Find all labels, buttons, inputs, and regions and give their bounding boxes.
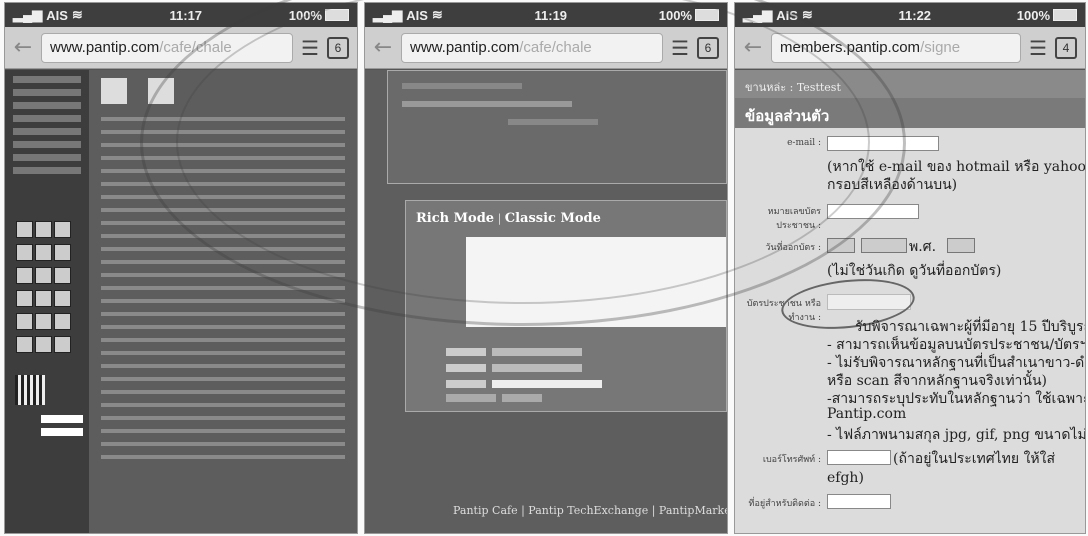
- menu-icon[interactable]: ☰: [671, 36, 689, 60]
- page-content: Rich Mode | Classic Mode Pantip Cafe | P…: [365, 70, 727, 533]
- page-header: ขานหล่ะ : Testtest: [735, 70, 1085, 98]
- phone-field[interactable]: [827, 450, 891, 465]
- address-bar[interactable]: www.pantip.com/cafe/chale: [41, 32, 294, 63]
- url-host: www.pantip.com: [50, 39, 160, 56]
- address-field[interactable]: [827, 494, 891, 509]
- url-path: /signe: [920, 39, 961, 56]
- login-field[interactable]: [41, 415, 83, 423]
- menu-icon[interactable]: ☰: [1029, 36, 1047, 60]
- menu-icon[interactable]: ☰: [301, 36, 319, 60]
- idcard-label: หมายเลขบัตรประชาชน :: [767, 207, 821, 231]
- form-row: [446, 373, 716, 388]
- instruction-line-6: Pantip.com: [827, 406, 907, 422]
- topic-list: [93, 70, 353, 533]
- back-arrow-icon[interactable]: ←: [373, 35, 393, 60]
- year-select[interactable]: [947, 238, 975, 253]
- phone-screenshot-3: ▂▄▆ AIS ≋ 11:22 100% ← members.pantip.com /…: [734, 2, 1086, 534]
- wifi-icon: ≋: [801, 7, 813, 22]
- rich-mode-link[interactable]: Rich Mode: [416, 211, 494, 226]
- submit-buttons[interactable]: [446, 387, 716, 402]
- status-bar: ▂▄▆ AIS ≋ 11:17 100%: [5, 3, 357, 27]
- phone-screenshot-1: ▂▄▆ AIS ≋ 11:17 100% ← www.pantip.com/cafe…: [4, 2, 358, 534]
- topic-preview: [387, 70, 727, 184]
- browser-toolbar: ← members.pantip.com/signe ☰ 4: [735, 27, 1085, 69]
- signal-icon: ▂▄▆: [13, 7, 43, 22]
- issued-date-label: วันที่ออกบัตร :: [765, 243, 821, 253]
- browser-toolbar: ← www.pantip.com/cafe/chale ☰ 6: [365, 27, 727, 69]
- tab-switcher-icon[interactable]: 6: [697, 36, 719, 59]
- form-row: [446, 341, 716, 356]
- carrier-label: AIS: [406, 7, 428, 23]
- section-title: ข้อมูลส่วนตัว: [735, 98, 1085, 128]
- battery-icon: [1053, 9, 1077, 21]
- idcard-field[interactable]: [827, 204, 919, 219]
- url-host: members.pantip.com: [780, 39, 921, 56]
- signal-indicator: ▂▄▆ AIS ≋: [373, 7, 443, 23]
- signal-indicator: ▂▄▆ AIS ≋: [13, 7, 83, 23]
- page-content: [5, 70, 357, 533]
- message-textarea[interactable]: [466, 237, 726, 327]
- email-field[interactable]: [827, 136, 939, 151]
- email-label: e-mail :: [787, 138, 821, 148]
- battery-label: 100%: [658, 7, 692, 23]
- reply-form: Rich Mode | Classic Mode: [405, 200, 727, 412]
- address-bar[interactable]: www.pantip.com/cafe/chale: [401, 32, 664, 63]
- phone-note: (ถ้าอยู่ในประเทศไทย ให้ใส่: [893, 451, 1056, 467]
- tab-switcher-icon[interactable]: 6: [327, 36, 349, 59]
- signal-indicator: ▂▄▆ AIS ≋: [743, 7, 813, 23]
- editor-mode-switch: Rich Mode | Classic Mode: [416, 211, 601, 226]
- day-select[interactable]: [827, 238, 855, 253]
- instruction-line-7: - ไฟล์ภาพนามสกุล jpg, gif, png ขนาดไม่: [827, 427, 1086, 443]
- clock: 11:22: [898, 7, 932, 23]
- status-bar: ▂▄▆ AIS ≋ 11:22 100%: [735, 3, 1085, 27]
- battery-indicator: 100%: [1017, 8, 1077, 23]
- carrier-label: AIS: [776, 7, 798, 23]
- battery-indicator: 100%: [659, 8, 719, 23]
- phone-label: เบอร์โทรศัพท์ :: [762, 455, 821, 465]
- address-label: ที่อยู่สำหรับติดต่อ :: [748, 499, 821, 509]
- url-path: /cafe/chale: [159, 39, 232, 56]
- phone-screenshot-2: ▂▄▆ AIS ≋ 11:19 100% ← www.pantip.com/cafe…: [364, 2, 728, 534]
- icon-grid: [15, 220, 87, 358]
- status-bar: ▂▄▆ AIS ≋ 11:19 100%: [365, 3, 727, 27]
- tab-switcher-icon[interactable]: 4: [1055, 36, 1077, 59]
- url-path: /cafe/chale: [519, 39, 592, 56]
- address-bar[interactable]: members.pantip.com/signe: [771, 32, 1022, 63]
- classic-mode-link[interactable]: Classic Mode: [505, 211, 601, 226]
- wifi-icon: ≋: [431, 7, 443, 22]
- back-arrow-icon[interactable]: ←: [13, 35, 33, 60]
- url-host: www.pantip.com: [410, 39, 520, 56]
- thumbnail: [148, 78, 175, 104]
- battery-label: 100%: [288, 7, 322, 23]
- wifi-icon: ≋: [71, 7, 83, 22]
- clock: 11:17: [169, 7, 203, 23]
- email-note-2: กรอบสีเหลืองด้านบน): [827, 177, 958, 193]
- battery-label: 100%: [1016, 7, 1050, 23]
- battery-icon: [695, 9, 719, 21]
- signal-icon: ▂▄▆: [373, 7, 403, 22]
- thumbnail: [101, 78, 127, 104]
- footer-links[interactable]: Pantip Cafe | Pantip TechExchange | Pant…: [453, 504, 727, 517]
- signal-icon: ▂▄▆: [743, 7, 773, 22]
- phone-note-2: efgh): [827, 470, 864, 486]
- month-select[interactable]: [861, 238, 907, 253]
- qr-code: [15, 375, 45, 405]
- browser-toolbar: ← www.pantip.com/cafe/chale ☰ 6: [5, 27, 357, 69]
- page-content: ขานหล่ะ : Testtest ข้อมูลส่วนตัว e-mail …: [735, 70, 1085, 533]
- battery-icon: [325, 9, 349, 21]
- era-label: พ.ศ.: [909, 239, 937, 255]
- carrier-label: AIS: [46, 7, 68, 23]
- form-row: [446, 357, 716, 372]
- clock: 11:19: [534, 7, 568, 23]
- password-field[interactable]: [41, 428, 83, 436]
- battery-indicator: 100%: [289, 8, 349, 23]
- back-arrow-icon[interactable]: ←: [743, 35, 763, 60]
